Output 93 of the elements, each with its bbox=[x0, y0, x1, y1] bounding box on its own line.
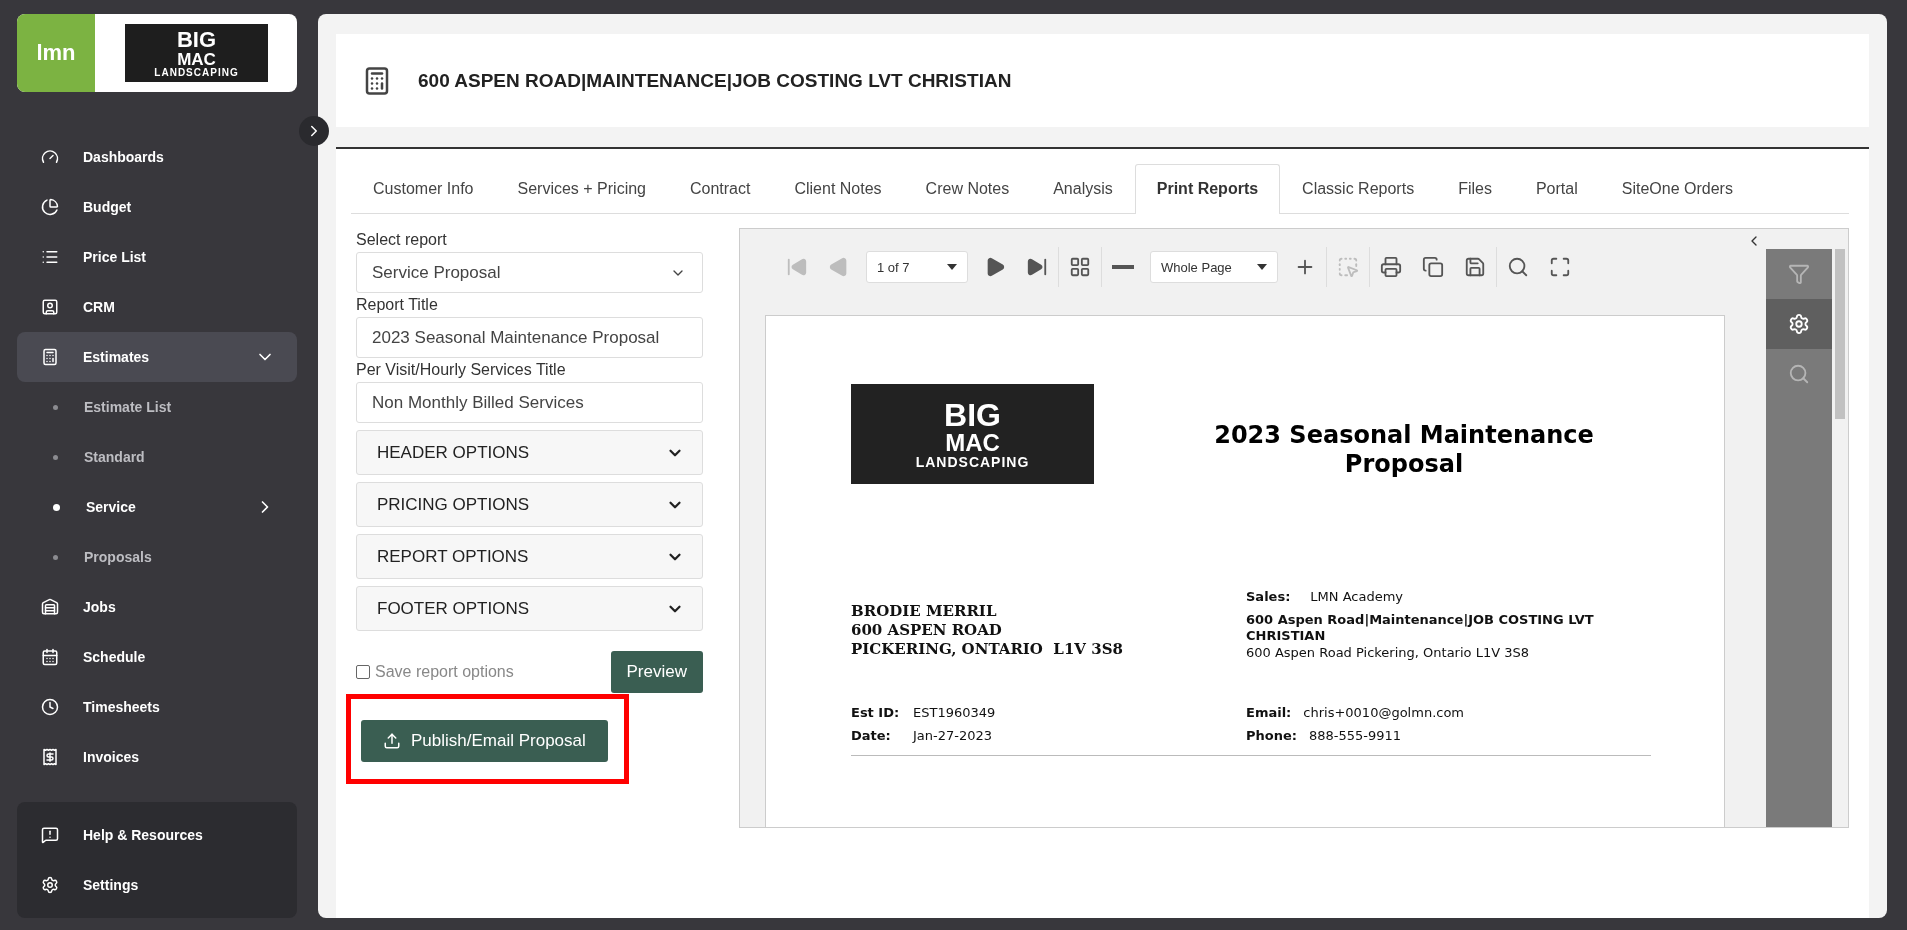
funnel-icon bbox=[1788, 263, 1810, 285]
minus-icon bbox=[1112, 265, 1134, 269]
input-field[interactable]: Non Monthly Billed Services bbox=[356, 382, 703, 423]
input-field[interactable]: 2023 Seasonal Maintenance Proposal bbox=[356, 317, 703, 358]
nav-item[interactable]: Jobs bbox=[17, 582, 297, 632]
detail-value: chris+0010@golmn.com bbox=[1303, 704, 1465, 720]
fullscreen-icon bbox=[1549, 256, 1571, 278]
sidebar-toggle-button[interactable] bbox=[299, 116, 329, 146]
clock-icon bbox=[41, 698, 59, 716]
company-logo: BIG MAC LANDSCAPING bbox=[851, 384, 1094, 484]
detail-value: EST1960349 bbox=[913, 704, 996, 720]
scrollbar-thumb[interactable] bbox=[1835, 249, 1845, 419]
options-section[interactable]: FOOTER OPTIONS bbox=[356, 586, 703, 631]
options-section[interactable]: PRICING OPTIONS bbox=[356, 482, 703, 527]
calculator-icon bbox=[41, 348, 59, 366]
print-icon bbox=[1380, 256, 1402, 278]
select-tool-icon bbox=[1337, 256, 1359, 278]
zoom-select[interactable]: Whole Page bbox=[1150, 251, 1278, 283]
field-label: Per Visit/Hourly Services Title bbox=[356, 361, 567, 379]
gauge-icon bbox=[41, 148, 59, 166]
field-label: Select report bbox=[356, 231, 448, 249]
nav-item[interactable]: Dashboards bbox=[17, 132, 297, 182]
bullet-dot bbox=[53, 503, 60, 511]
tab[interactable]: SiteOne Orders bbox=[1599, 164, 1755, 213]
gear-icon bbox=[1788, 313, 1810, 335]
tab[interactable]: Portal bbox=[1513, 164, 1600, 213]
nav-item[interactable]: Settings bbox=[17, 860, 297, 910]
print-page-icon bbox=[1422, 256, 1444, 278]
tab[interactable]: Classic Reports bbox=[1280, 164, 1437, 213]
garage-icon bbox=[41, 598, 59, 616]
tab[interactable]: Customer Info bbox=[351, 164, 496, 213]
settings-tab[interactable] bbox=[1766, 299, 1832, 349]
bullet-dot bbox=[53, 404, 58, 410]
search-icon bbox=[1788, 363, 1810, 385]
job-address: 600 Aspen Road Pickering, Ontario L1V 3S8 bbox=[1246, 644, 1530, 660]
report-select[interactable]: Service Proposal bbox=[356, 252, 703, 293]
customer-line: BRODIE MERRIL bbox=[851, 602, 998, 621]
field-label: Report Title bbox=[356, 296, 439, 314]
nav-item[interactable]: Price List bbox=[17, 232, 297, 282]
nav-item[interactable]: Timesheets bbox=[17, 682, 297, 732]
last-page-icon bbox=[1026, 256, 1048, 278]
tab[interactable]: Contract bbox=[668, 164, 773, 213]
customer-line: PICKERING, ONTARIO L1V 3S8 bbox=[851, 639, 1124, 659]
save-options-checkbox[interactable]: Save report options bbox=[356, 663, 514, 681]
publish-button[interactable]: Publish/Email Proposal bbox=[361, 720, 608, 762]
tab[interactable]: Crew Notes bbox=[903, 164, 1032, 213]
nav-item[interactable]: Schedule bbox=[17, 632, 297, 682]
export-icon bbox=[1464, 256, 1486, 278]
nav-subitem[interactable]: Proposals bbox=[17, 532, 297, 582]
tab[interactable]: Analysis bbox=[1031, 164, 1135, 213]
upload-icon bbox=[383, 732, 401, 750]
company-logo: BIG MAC LANDSCAPING bbox=[125, 24, 268, 82]
detail-value: LMN Academy bbox=[1310, 589, 1404, 604]
preview-button[interactable]: Preview bbox=[610, 651, 703, 693]
options-section[interactable]: REPORT OPTIONS bbox=[356, 534, 703, 579]
first-page-icon bbox=[786, 256, 808, 278]
nav-subitem[interactable]: Standard bbox=[17, 432, 297, 482]
help-icon bbox=[41, 826, 59, 844]
detail-label: Date: bbox=[851, 727, 892, 743]
tab[interactable]: Services + Pricing bbox=[495, 164, 668, 213]
pie-chart-icon bbox=[41, 198, 59, 216]
bullet-dot bbox=[53, 454, 58, 460]
tab[interactable]: Files bbox=[1436, 164, 1514, 213]
app-logo: lmn bbox=[17, 14, 95, 92]
detail-label: Est ID: bbox=[851, 704, 901, 720]
detail-value: 888-555-9911 bbox=[1309, 727, 1402, 743]
nav-item[interactable]: Invoices bbox=[17, 732, 297, 782]
nav-item[interactable]: CRM bbox=[17, 282, 297, 332]
detail-label: Sales: bbox=[1246, 589, 1291, 604]
nav-item[interactable]: Estimates bbox=[17, 332, 297, 382]
page-title: 600 ASPEN ROAD|MAINTENANCE|JOB COSTING LVT CHRISTIAN bbox=[418, 69, 1012, 92]
nav-subitem[interactable]: Estimate List bbox=[17, 382, 297, 432]
nav-item[interactable]: Budget bbox=[17, 182, 297, 232]
search-icon bbox=[1507, 256, 1529, 278]
invoice-icon bbox=[41, 748, 59, 766]
report-title: 2023 Seasonal Maintenance Proposal bbox=[1213, 421, 1595, 479]
settings-icon bbox=[41, 876, 59, 894]
list-icon bbox=[41, 248, 59, 266]
detail-label: Email: bbox=[1246, 704, 1292, 720]
options-section[interactable]: HEADER OPTIONS bbox=[356, 430, 703, 475]
customer-line: 600 ASPEN ROAD bbox=[851, 620, 1003, 640]
tab[interactable]: Print Reports bbox=[1134, 164, 1281, 214]
page-select[interactable]: 1 of 7 bbox=[866, 251, 968, 283]
nav-item[interactable]: Help & Resources bbox=[17, 810, 297, 860]
job-title: 600 Aspen Road|Maintenance|JOB COSTING LVT CHRISTIAN bbox=[1246, 612, 1595, 645]
tab[interactable]: Client Notes bbox=[772, 164, 904, 213]
detail-label: Phone: bbox=[1246, 727, 1297, 743]
detail-value: Jan-27-2023 bbox=[913, 727, 993, 743]
nav-subitem[interactable]: Service bbox=[17, 482, 297, 532]
multi-page-icon bbox=[1069, 256, 1091, 278]
bullet-dot bbox=[53, 554, 58, 560]
calendar-icon bbox=[41, 648, 59, 666]
contact-card-icon bbox=[41, 298, 59, 316]
